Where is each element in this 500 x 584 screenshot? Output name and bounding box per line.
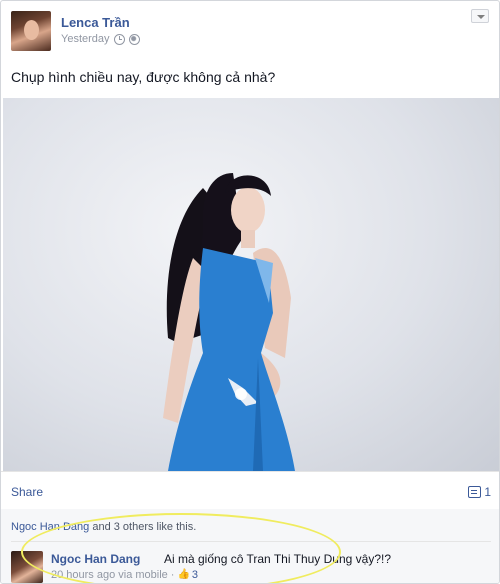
comment-like-count-value: 3: [191, 569, 199, 581]
divider: [11, 541, 491, 542]
comment-item: Ngoc Han Dang Ai mà giống cô Tran Thi Th…: [11, 549, 491, 583]
commenter-avatar[interactable]: [11, 551, 43, 583]
commenter-name[interactable]: Ngoc Han Dang: [51, 552, 140, 566]
post-card: Lenca Trần Yesterday Chụp hình chiều nay…: [0, 0, 500, 584]
chevron-down-icon[interactable]: [471, 9, 489, 23]
divider: [1, 471, 499, 472]
photo-illustration: [163, 173, 295, 471]
comment-like-count[interactable]: 👍 3: [177, 569, 198, 581]
post-status-text: Chụp hình chiều nay, được không cả nhà?: [11, 69, 276, 85]
author-name[interactable]: Lenca Trần: [61, 15, 130, 30]
likes-name-link[interactable]: Ngoc Han Dang: [11, 521, 89, 533]
comment-time[interactable]: 20 hours ago via mobile: [51, 569, 168, 581]
meta-separator: ·: [170, 569, 175, 581]
post-meta: Yesterday: [61, 33, 140, 45]
likes-summary: Ngoc Han Dang and 3 others like this.: [11, 521, 196, 533]
share-link[interactable]: Share: [11, 485, 43, 499]
comment-icon: [468, 486, 482, 498]
post-actions: Share 1: [11, 485, 491, 501]
globe-icon[interactable]: [128, 33, 140, 45]
comment-count[interactable]: 1: [468, 485, 491, 499]
comment-count-value: 1: [484, 485, 491, 499]
comment-text: Ai mà giống cô Tran Thi Thuy Dung vậy?!?: [164, 552, 392, 566]
feedback-section: Ngoc Han Dang and 3 others like this. Ng…: [1, 509, 499, 583]
comment-meta: 20 hours ago via mobile · 👍 3: [51, 569, 198, 581]
author-avatar[interactable]: [11, 11, 51, 51]
clock-icon: [113, 33, 125, 45]
post-timestamp[interactable]: Yesterday: [61, 33, 110, 45]
thumbs-up-icon: 👍: [177, 569, 190, 580]
post-photo[interactable]: [3, 98, 499, 471]
likes-rest[interactable]: and 3 others like this.: [89, 521, 196, 533]
